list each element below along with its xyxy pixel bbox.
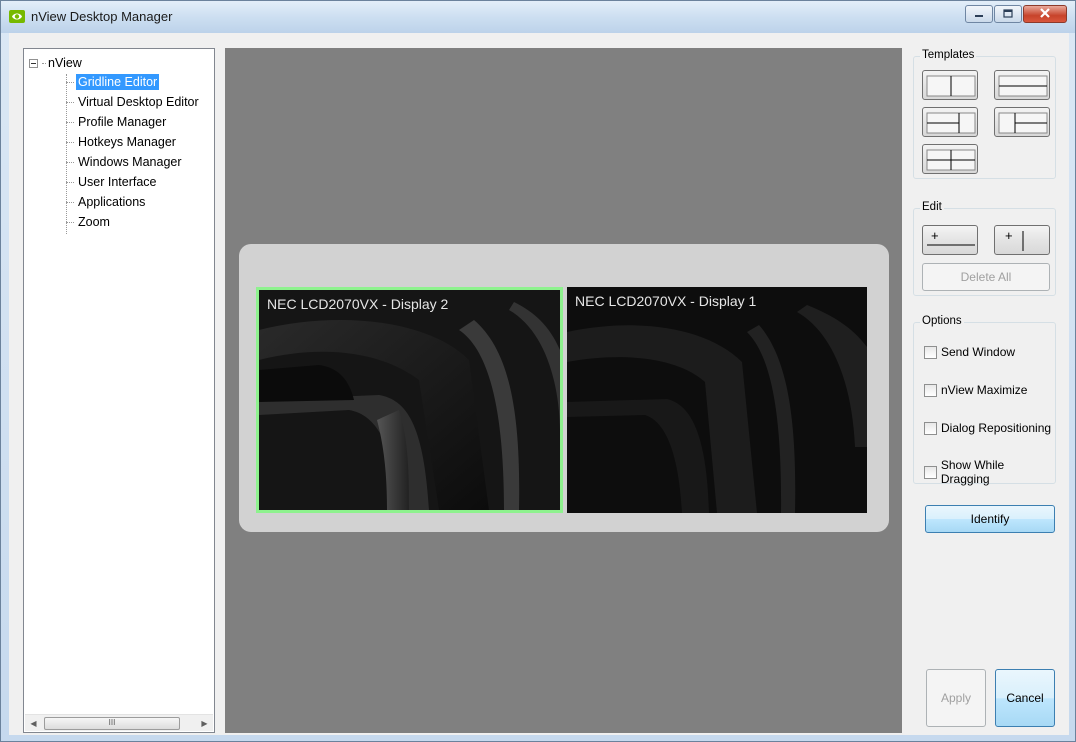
template-cross-split-button[interactable]: [922, 144, 978, 174]
tree-item-label: User Interface: [78, 175, 157, 189]
display-2-label: NEC LCD2070VX - Display 2: [267, 296, 449, 312]
horizontal-split-right-divider-icon: [998, 112, 1048, 134]
tree-item-gridline-editor[interactable]: Gridline Editor: [66, 73, 160, 91]
add-horizontal-line-button[interactable]: +: [922, 225, 978, 255]
tree-item-zoom[interactable]: Zoom: [66, 213, 112, 231]
tree-item-user-interface[interactable]: User Interface: [66, 173, 159, 191]
nview-maximize-checkbox[interactable]: [924, 383, 937, 397]
scroll-left-icon[interactable]: ◀: [25, 715, 42, 732]
close-button[interactable]: [1023, 5, 1067, 23]
display-1-preview[interactable]: NEC LCD2070VX - Display 1: [567, 287, 867, 513]
horizontal-split-icon: [998, 75, 1048, 97]
tree-root-nview[interactable]: nView: [29, 56, 82, 70]
scroll-right-icon[interactable]: ▶: [196, 715, 213, 732]
tree-item-label: Windows Manager: [78, 155, 182, 169]
templates-group-title: Templates: [920, 49, 977, 61]
option-label: nView Maximize: [941, 383, 1028, 397]
send-window-checkbox[interactable]: [924, 345, 937, 359]
template-horizontal-split-button[interactable]: [994, 70, 1050, 100]
option-label: Send Window: [941, 345, 1016, 359]
options-group: Options Send Window nView Maximize Dialo…: [913, 315, 1056, 486]
option-label: Show While Dragging: [940, 458, 1005, 486]
edit-group: Edit + + Delete All: [913, 201, 1056, 296]
maximize-button[interactable]: [994, 5, 1022, 23]
add-vertical-plus: +: [1005, 228, 1013, 243]
tree-item-windows-manager[interactable]: Windows Manager: [66, 153, 184, 171]
minimize-icon: [974, 7, 984, 21]
close-icon: [1039, 7, 1051, 21]
app-window: nView Desktop Manager nView Gridline Edi…: [0, 0, 1076, 742]
template-horizontal-left-divider-button[interactable]: [922, 107, 978, 137]
minimize-button[interactable]: [965, 5, 993, 23]
nview-maximize-option[interactable]: nView Maximize: [924, 383, 1027, 397]
display-2-preview[interactable]: NEC LCD2070VX - Display 2: [256, 287, 563, 513]
add-vertical-line-button[interactable]: +: [994, 225, 1050, 255]
display-1-wallpaper: [567, 287, 867, 513]
send-window-option[interactable]: Send Window: [924, 345, 1015, 359]
nvidia-logo-icon: [9, 10, 25, 23]
dialog-repositioning-checkbox[interactable]: [924, 421, 937, 435]
tree-item-virtual-desktop-editor[interactable]: Virtual Desktop Editor: [66, 93, 201, 111]
templates-group: Templates: [913, 49, 1056, 179]
tree-item-label: Gridline Editor: [76, 74, 160, 90]
edit-group-title: Edit: [920, 201, 944, 213]
identify-button[interactable]: Identify: [925, 505, 1055, 533]
tree-item-label: Profile Manager: [78, 115, 167, 129]
tree-item-label: Hotkeys Manager: [78, 135, 176, 149]
tree-item-applications[interactable]: Applications: [66, 193, 147, 211]
tree-item-hotkeys-manager[interactable]: Hotkeys Manager: [66, 133, 178, 151]
add-horizontal-plus: +: [931, 228, 939, 243]
window-title: nView Desktop Manager: [31, 9, 173, 24]
delete-all-button[interactable]: Delete All: [922, 263, 1050, 291]
tree-horizontal-scrollbar[interactable]: ◀ III ▶: [25, 714, 213, 731]
vertical-split-icon: [926, 75, 976, 97]
title-bar[interactable]: nView Desktop Manager: [1, 1, 1075, 33]
cancel-button[interactable]: Cancel: [995, 669, 1055, 727]
options-group-title: Options: [920, 315, 964, 327]
display-layout-panel: NEC LCD2070VX - Display 2 NEC LCD2070VX …: [239, 244, 889, 532]
template-horizontal-right-divider-button[interactable]: [994, 107, 1050, 137]
option-label: Dialog Repositioning: [941, 421, 1052, 435]
apply-button[interactable]: Apply: [926, 669, 986, 727]
display-2-wallpaper: [259, 290, 560, 510]
gridline-canvas[interactable]: NEC LCD2070VX - Display 2 NEC LCD2070VX …: [225, 48, 902, 733]
maximize-icon: [1003, 7, 1013, 21]
scroll-thumb[interactable]: III: [44, 717, 180, 730]
show-while-dragging-checkbox[interactable]: [924, 465, 937, 479]
tree-item-label: Zoom: [78, 215, 110, 229]
collapse-icon[interactable]: [29, 58, 38, 68]
dialog-repositioning-option[interactable]: Dialog Repositioning: [924, 421, 1051, 435]
cross-split-icon: [926, 149, 976, 171]
tree-root-label: nView: [48, 56, 82, 70]
add-vertical-line-icon: [1022, 231, 1024, 251]
tree-item-label: Applications: [78, 195, 146, 209]
navigation-tree[interactable]: nView Gridline Editor Virtual Desktop Ed…: [23, 48, 215, 733]
display-1-label: NEC LCD2070VX - Display 1: [575, 293, 757, 309]
client-area: nView Gridline Editor Virtual Desktop Ed…: [9, 33, 1069, 735]
show-while-dragging-option[interactable]: Show While Dragging: [924, 458, 1055, 486]
horizontal-split-left-divider-icon: [926, 112, 976, 134]
tree-item-label: Virtual Desktop Editor: [78, 95, 199, 109]
tree-item-profile-manager[interactable]: Profile Manager: [66, 113, 168, 131]
template-vertical-split-button[interactable]: [922, 70, 978, 100]
